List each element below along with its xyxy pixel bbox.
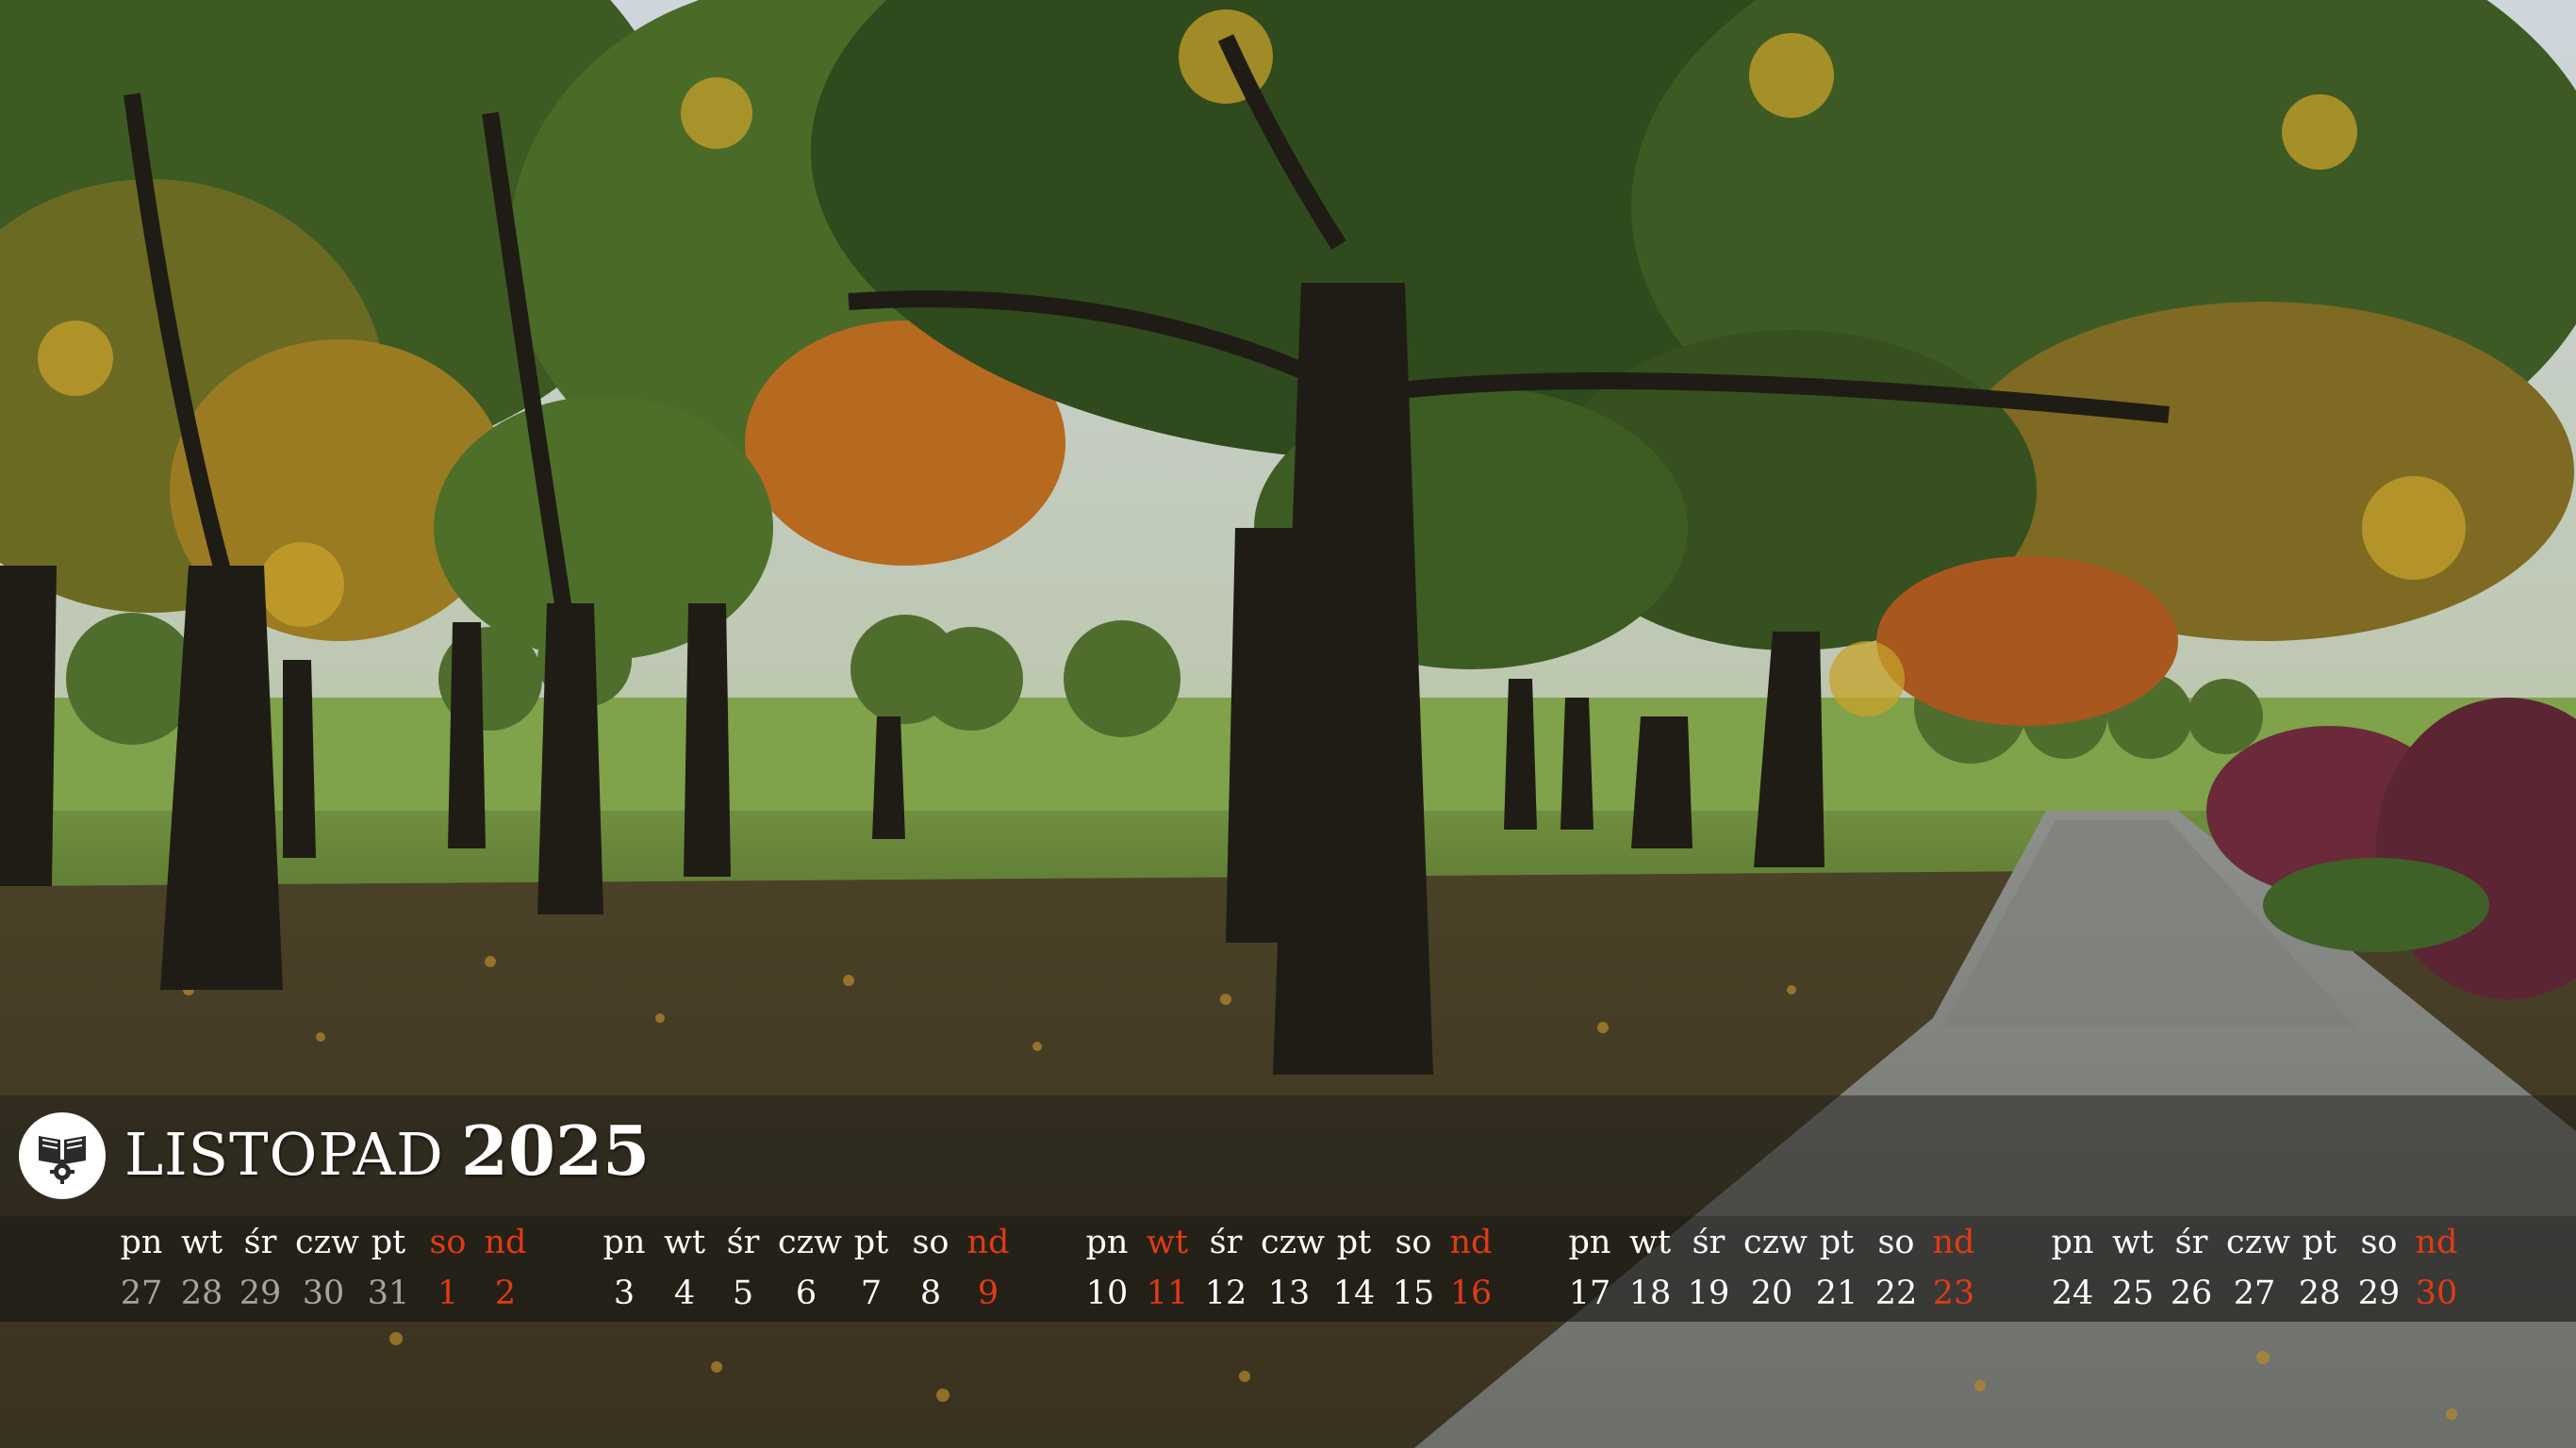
day-number-holiday: 11 [1146, 1275, 1189, 1312]
day-number-holiday: 30 [2415, 1275, 2458, 1312]
day-name: pn [603, 1224, 646, 1261]
day-name: wt [663, 1224, 706, 1261]
week-1: pn wt śr czw pt so nd 27 28 29 30 31 1 2 [113, 1222, 547, 1320]
day-name: pt [853, 1224, 889, 1261]
day-name: śr [1209, 1224, 1243, 1261]
day-number-holiday: 9 [977, 1275, 999, 1312]
day-number: 8 [919, 1275, 942, 1312]
day-name-saturday: so [429, 1224, 467, 1261]
day-number: 12 [1204, 1275, 1247, 1312]
day-number: 24 [2051, 1275, 2094, 1312]
year-label: 2025 [460, 1111, 651, 1191]
day-number-holiday: 1 [437, 1275, 459, 1312]
day-number: 29 [2357, 1275, 2401, 1312]
day-number: 21 [1815, 1275, 1858, 1312]
day-number: 5 [732, 1275, 754, 1312]
day-number: 17 [1568, 1275, 1611, 1312]
day-number: 4 [673, 1275, 696, 1312]
day-name: pt [2302, 1224, 2337, 1261]
day-name: czw [1261, 1224, 1326, 1261]
day-number: 31 [367, 1275, 410, 1312]
day-number: 13 [1267, 1275, 1311, 1312]
day-number: 28 [180, 1275, 223, 1312]
day-number: 22 [1874, 1275, 1918, 1312]
month-label: LISTOPAD [124, 1120, 444, 1189]
day-number: 29 [239, 1275, 282, 1312]
day-name: pt [371, 1224, 406, 1261]
day-number: 27 [2233, 1275, 2276, 1312]
day-number: 14 [1332, 1275, 1376, 1312]
day-name: pt [1336, 1224, 1372, 1261]
day-name: so [912, 1224, 949, 1261]
day-number: 25 [2111, 1275, 2155, 1312]
week-5: pn wt śr czw pt so nd 24 25 26 27 28 29 … [2044, 1222, 2478, 1320]
day-number: 30 [302, 1275, 345, 1312]
day-number: 26 [2170, 1275, 2213, 1312]
day-number: 3 [613, 1275, 636, 1312]
day-name: wt [2111, 1224, 2155, 1261]
day-number-holiday: 23 [1932, 1275, 1975, 1312]
day-name: pn [2051, 1224, 2094, 1261]
day-name: śr [243, 1224, 277, 1261]
day-name: wt [1628, 1224, 1672, 1261]
open-book-gear-icon [39, 1136, 86, 1184]
day-number: 27 [120, 1275, 163, 1312]
day-name: so [1395, 1224, 1432, 1261]
week-2: pn wt śr czw pt so nd 3 4 5 6 7 8 9 [596, 1222, 1030, 1320]
day-name: śr [1692, 1224, 1726, 1261]
day-name-holiday: wt [1146, 1224, 1189, 1261]
day-name: śr [726, 1224, 760, 1261]
day-number: 28 [2298, 1275, 2341, 1312]
day-name: pn [1568, 1224, 1611, 1261]
week-4: pn wt śr czw pt so nd 17 18 19 20 21 22 … [1561, 1222, 1995, 1320]
day-name: so [2360, 1224, 2398, 1261]
day-name: pn [1085, 1224, 1129, 1261]
day-number: 15 [1392, 1275, 1435, 1312]
day-name: wt [180, 1224, 223, 1261]
day-number: 10 [1085, 1275, 1129, 1312]
day-number: 20 [1750, 1275, 1793, 1312]
day-name-sunday: nd [1932, 1224, 1975, 1261]
day-number: 18 [1628, 1275, 1672, 1312]
day-name: czw [778, 1224, 843, 1261]
day-number: 7 [860, 1275, 883, 1312]
day-name: czw [1743, 1224, 1808, 1261]
day-name-sunday: nd [966, 1224, 1010, 1261]
day-name: czw [295, 1224, 360, 1261]
day-name: pn [120, 1224, 163, 1261]
day-number: 19 [1687, 1275, 1730, 1312]
day-name: czw [2226, 1224, 2291, 1261]
calendar-title: LISTOPAD 2025 [124, 1111, 650, 1205]
day-name: pt [1819, 1224, 1855, 1261]
day-number: 6 [795, 1275, 817, 1312]
day-name: śr [2174, 1224, 2208, 1261]
day-name-sunday: nd [2415, 1224, 2458, 1261]
week-3: pn wt śr czw pt so nd 10 11 12 13 14 15 … [1079, 1222, 1512, 1320]
day-name: so [1877, 1224, 1915, 1261]
day-name-sunday: nd [1449, 1224, 1493, 1261]
day-number-holiday: 16 [1449, 1275, 1493, 1312]
day-number-holiday: 2 [494, 1275, 517, 1312]
logo-badge [19, 1112, 106, 1199]
day-name-sunday: nd [484, 1224, 527, 1261]
